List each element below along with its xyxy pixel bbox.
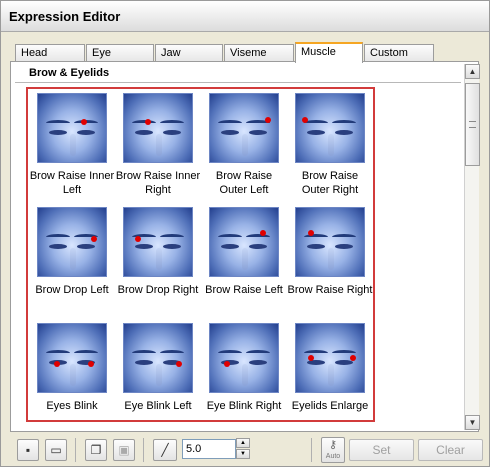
face-thumbnail <box>295 323 365 393</box>
marker-dot <box>88 361 94 367</box>
expression-brow-drop-right[interactable]: Brow Drop Right <box>115 207 201 297</box>
window-title: Expression Editor <box>9 9 121 24</box>
expression-brow-raise-outer-right[interactable]: Brow Raise Outer Right <box>287 93 373 197</box>
marker-dot <box>302 117 308 123</box>
scroll-thumb[interactable] <box>465 83 480 166</box>
marker-dot <box>135 236 141 242</box>
copy-icon[interactable]: ❐ <box>85 439 107 461</box>
tab-bar: Head Eye Jaw Viseme Muscle Custom <box>15 42 485 63</box>
expression-label: Brow Raise Inner Right <box>115 170 201 196</box>
face-thumbnail <box>37 323 107 393</box>
face-thumbnail <box>37 207 107 277</box>
expression-eyes-blink[interactable]: Eyes Blink <box>29 323 115 413</box>
face-thumbnail <box>295 207 365 277</box>
marker-dot <box>265 117 271 123</box>
set-button[interactable]: Set <box>349 439 414 461</box>
section-title: Brow & Eyelids <box>29 67 110 79</box>
expression-editor-window: Expression Editor Head Eye Jaw Viseme Mu… <box>0 0 490 467</box>
expression-label: Brow Drop Right <box>117 284 199 296</box>
key-icon: ⚷ <box>328 439 338 451</box>
bottom-toolbar: ▪ ▭ ❐ ▣ ╱ 5.0 ▲ ▼ ⚷ Auto Set Clear <box>1 435 489 467</box>
spin-up-button[interactable]: ▲ <box>236 438 250 448</box>
expression-label: Eye Blink Left <box>124 400 192 412</box>
tab-muscle[interactable]: Muscle <box>295 42 363 63</box>
spin-down-button[interactable]: ▼ <box>236 449 250 459</box>
title-bar: Expression Editor <box>1 1 489 32</box>
clear-button[interactable]: Clear <box>418 439 483 461</box>
expression-label: Brow Raise Outer Right <box>301 170 359 196</box>
expression-eyelids-enlarge[interactable]: Eyelids Enlarge <box>287 323 373 413</box>
expression-brow-raise-left[interactable]: Brow Raise Left <box>201 207 287 297</box>
section-divider <box>15 82 461 83</box>
marker-dot <box>308 355 314 361</box>
face-thumbnail <box>37 93 107 163</box>
expression-label: Eyes Blink <box>46 400 98 412</box>
marker-dot <box>308 230 314 236</box>
marker-dot <box>350 355 356 361</box>
tab-jaw[interactable]: Jaw <box>155 44 223 62</box>
expression-label: Brow Raise Inner Left <box>29 170 115 196</box>
expression-eye-blink-left[interactable]: Eye Blink Left <box>115 323 201 413</box>
save-icon[interactable]: ▪ <box>17 439 39 461</box>
expression-brow-raise-outer-left[interactable]: Brow Raise Outer Left <box>201 93 287 197</box>
tab-head[interactable]: Head <box>15 44 85 62</box>
face-thumbnail <box>295 93 365 163</box>
strength-slider-icon[interactable]: ╱ <box>153 439 177 461</box>
face-thumbnail <box>209 323 279 393</box>
expression-brow-raise-inner-left[interactable]: Brow Raise Inner Left <box>29 93 115 197</box>
expression-label: Eyelids Enlarge <box>291 400 369 412</box>
face-thumbnail <box>123 323 193 393</box>
scroll-down-button[interactable]: ▼ <box>465 415 480 430</box>
expression-grid: Brow Raise Inner Left Brow Raise Inner R… <box>26 87 375 422</box>
vertical-scrollbar[interactable]: ▲ ▼ <box>464 64 480 430</box>
expression-brow-raise-inner-right[interactable]: Brow Raise Inner Right <box>115 93 201 197</box>
auto-key-button[interactable]: ⚷ Auto <box>321 437 345 463</box>
face-thumbnail <box>209 207 279 277</box>
marker-dot <box>176 361 182 367</box>
expression-eye-blink-right[interactable]: Eye Blink Right <box>201 323 287 413</box>
marker-dot <box>54 361 60 367</box>
face-thumbnail <box>209 93 279 163</box>
expression-label: Brow Drop Left <box>35 284 109 296</box>
strength-value-input[interactable]: 5.0 <box>182 439 236 459</box>
face-thumbnail <box>123 93 193 163</box>
expression-brow-drop-left[interactable]: Brow Drop Left <box>29 207 115 297</box>
tab-custom[interactable]: Custom <box>364 44 434 62</box>
tab-eye[interactable]: Eye <box>86 44 154 62</box>
auto-label: Auto <box>325 453 341 460</box>
scroll-up-button[interactable]: ▲ <box>465 64 480 79</box>
expression-label: Brow Raise Outer Left <box>215 170 273 196</box>
expression-label: Brow Raise Left <box>205 284 283 296</box>
face-thumbnail <box>123 207 193 277</box>
marker-dot <box>145 119 151 125</box>
marker-dot <box>91 236 97 242</box>
expression-brow-raise-right[interactable]: Brow Raise Right <box>287 207 373 297</box>
expression-label: Brow Raise Right <box>287 284 373 296</box>
marker-dot <box>260 230 266 236</box>
expression-label: Eye Blink Right <box>206 400 282 412</box>
marker-dot <box>224 361 230 367</box>
paste-icon[interactable]: ▣ <box>113 439 135 461</box>
marker-dot <box>81 119 87 125</box>
muscle-panel: Brow & Eyelids Brow Raise Inner Left Bro… <box>10 61 480 432</box>
tab-viseme[interactable]: Viseme <box>224 44 294 62</box>
open-folder-icon[interactable]: ▭ <box>45 439 67 461</box>
